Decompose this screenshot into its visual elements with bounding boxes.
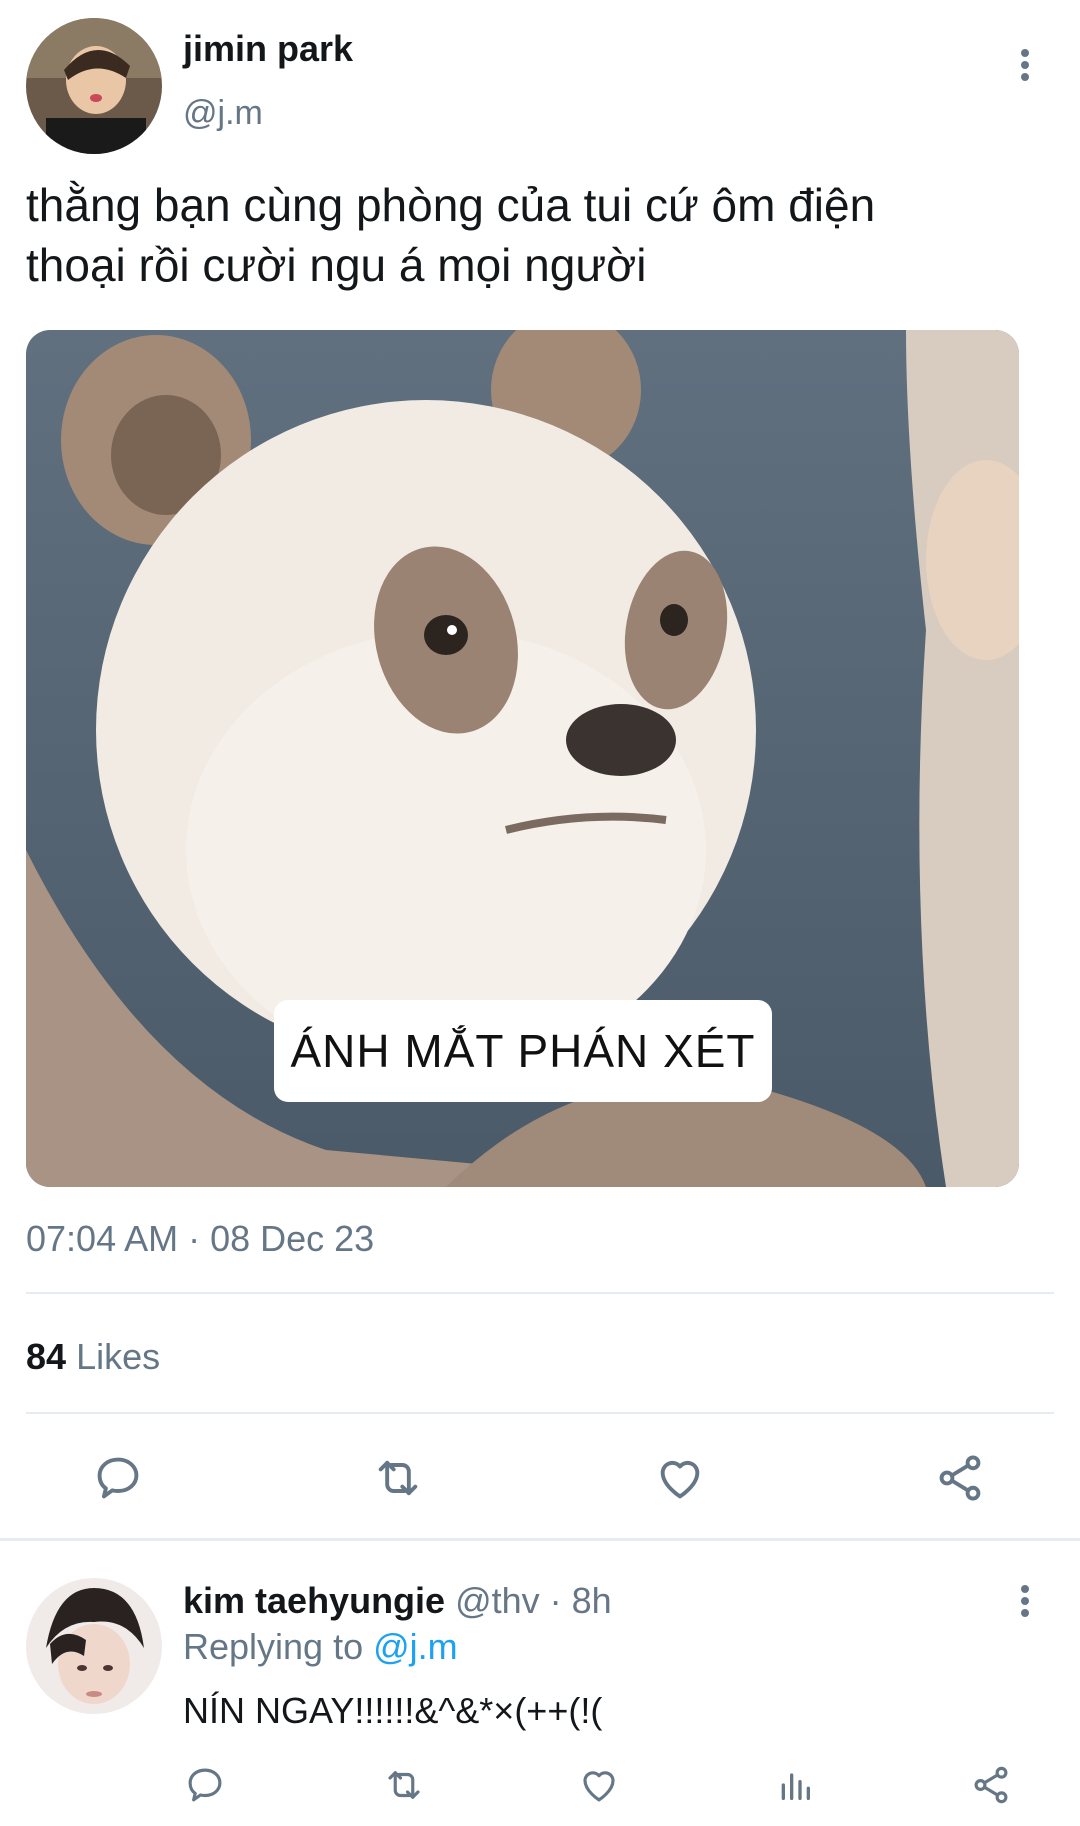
- tweet-text-line-2: thoại rồi cười ngu á mọi người: [26, 239, 647, 291]
- tweet-text-line-1: thằng bạn cùng phòng của tui cứ ôm điện: [26, 179, 876, 231]
- retweet-icon[interactable]: [366, 1448, 430, 1508]
- reply-author-avatar[interactable]: [26, 1578, 162, 1714]
- retweet-icon[interactable]: [378, 1760, 430, 1810]
- replying-to: Replying to @j.m: [183, 1626, 458, 1668]
- analytics-icon[interactable]: [770, 1760, 820, 1810]
- divider: [0, 1538, 1080, 1541]
- reply-meta: @thv · 8h: [455, 1580, 612, 1621]
- replying-handle-link[interactable]: @j.m: [373, 1626, 458, 1667]
- image-caption-box: ÁNH MẮT PHÁN XÉT: [274, 1000, 772, 1102]
- reply-author-name[interactable]: kim taehyungie: [183, 1580, 445, 1621]
- like-icon[interactable]: [650, 1448, 710, 1508]
- image-caption: ÁNH MẮT PHÁN XÉT: [290, 1025, 756, 1077]
- author-handle[interactable]: @j.m: [183, 94, 263, 133]
- tweet-timestamp[interactable]: 07:04 AM · 08 Dec 23: [26, 1218, 374, 1260]
- replying-prefix: Replying to: [183, 1626, 364, 1667]
- reply-header: kim taehyungie @thv · 8h: [183, 1580, 612, 1622]
- likes-label: Likes: [76, 1336, 161, 1377]
- author-name[interactable]: jimin park: [183, 28, 353, 70]
- reply-icon[interactable]: [180, 1760, 230, 1810]
- share-icon[interactable]: [930, 1448, 990, 1508]
- more-icon[interactable]: [1000, 1576, 1050, 1626]
- like-icon[interactable]: [574, 1760, 624, 1810]
- more-icon[interactable]: [1000, 40, 1050, 90]
- share-icon[interactable]: [966, 1760, 1016, 1810]
- divider: [26, 1292, 1054, 1294]
- tweet-image[interactable]: ÁNH MẮT PHÁN XÉT: [26, 330, 1019, 1187]
- likes-count: 84: [26, 1336, 67, 1377]
- divider: [26, 1412, 1054, 1414]
- reply-text: NÍN NGAY!!!!!!&^&*×(++(!(: [183, 1690, 603, 1731]
- reply-icon[interactable]: [88, 1448, 148, 1508]
- likes-stat[interactable]: 84 Likes: [26, 1336, 160, 1378]
- author-avatar[interactable]: [26, 18, 162, 154]
